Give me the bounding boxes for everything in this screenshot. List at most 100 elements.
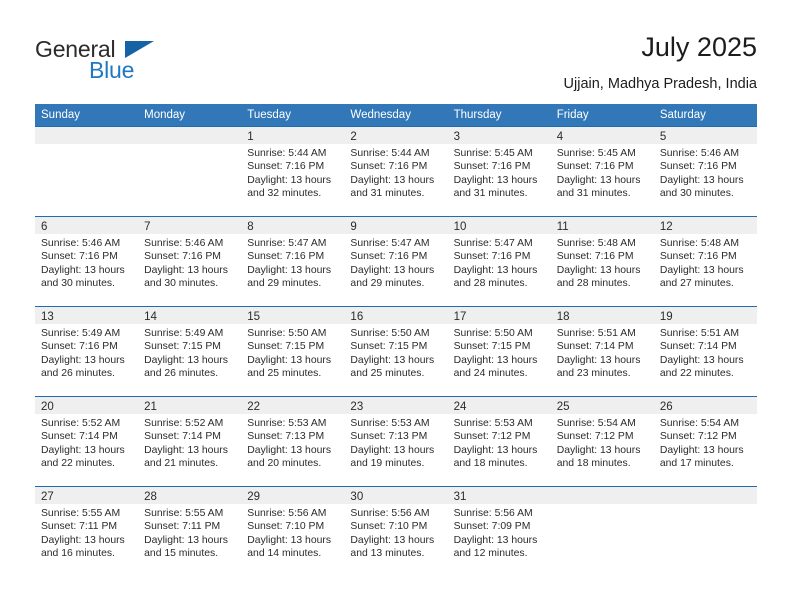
- calendar-day-cell[interactable]: 28 Sunrise: 5:55 AM Sunset: 7:11 PM Dayl…: [138, 487, 242, 576]
- calendar-day-cell[interactable]: 11 Sunrise: 5:48 AM Sunset: 7:16 PM Dayl…: [550, 217, 654, 306]
- sunrise-text: Sunrise: 5:55 AM: [41, 508, 121, 519]
- calendar-day-cell[interactable]: 20 Sunrise: 5:52 AM Sunset: 7:14 PM Dayl…: [35, 397, 139, 486]
- sunrise-text: Sunrise: 5:54 AM: [659, 418, 739, 429]
- daylight-text-line2: and 18 minutes.: [556, 457, 631, 469]
- sunrise-text: Sunrise: 5:53 AM: [350, 418, 430, 429]
- day-number: 15: [247, 311, 261, 323]
- calendar-day-cell[interactable]: [35, 127, 139, 216]
- calendar-day-cell[interactable]: 23 Sunrise: 5:53 AM Sunset: 7:13 PM Dayl…: [344, 397, 448, 486]
- calendar-day-cell[interactable]: 2 Sunrise: 5:44 AM Sunset: 7:16 PM Dayli…: [344, 127, 448, 216]
- day-details: Sunrise: 5:52 AM Sunset: 7:14 PM Dayligh…: [35, 414, 138, 470]
- day-details: Sunrise: 5:55 AM Sunset: 7:11 PM Dayligh…: [138, 504, 241, 560]
- calendar-day-cell[interactable]: 22 Sunrise: 5:53 AM Sunset: 7:13 PM Dayl…: [241, 397, 345, 486]
- day-details: Sunrise: 5:45 AM Sunset: 7:16 PM Dayligh…: [551, 144, 654, 200]
- calendar-day-cell[interactable]: 24 Sunrise: 5:53 AM Sunset: 7:12 PM Dayl…: [447, 397, 551, 486]
- calendar-day-cell[interactable]: 8 Sunrise: 5:47 AM Sunset: 7:16 PM Dayli…: [241, 217, 345, 306]
- generalblue-logo[interactable]: General Blue: [35, 36, 235, 84]
- calendar-day-cell[interactable]: 13 Sunrise: 5:49 AM Sunset: 7:16 PM Dayl…: [35, 307, 139, 396]
- sunset-text: Sunset: 7:12 PM: [556, 431, 634, 443]
- daylight-text-line1: Daylight: 13 hours: [144, 354, 228, 366]
- day-number-band: 21: [138, 397, 242, 414]
- calendar-day-cell[interactable]: 30 Sunrise: 5:56 AM Sunset: 7:10 PM Dayl…: [344, 487, 448, 576]
- calendar-day-cell[interactable]: 6 Sunrise: 5:46 AM Sunset: 7:16 PM Dayli…: [35, 217, 139, 306]
- day-details: Sunrise: 5:55 AM Sunset: 7:11 PM Dayligh…: [35, 504, 138, 560]
- calendar-day-cell[interactable]: 10 Sunrise: 5:47 AM Sunset: 7:16 PM Dayl…: [447, 217, 551, 306]
- calendar-day-cell[interactable]: 26 Sunrise: 5:54 AM Sunset: 7:12 PM Dayl…: [653, 397, 757, 486]
- sunrise-text: Sunrise: 5:47 AM: [453, 238, 533, 249]
- calendar-day-cell[interactable]: 5 Sunrise: 5:46 AM Sunset: 7:16 PM Dayli…: [653, 127, 757, 216]
- daylight-text-line1: Daylight: 13 hours: [556, 264, 641, 276]
- daylight-text-line1: Daylight: 13 hours: [247, 444, 332, 456]
- weekday-sunday: Sunday: [41, 109, 81, 121]
- sunrise-text: Sunrise: 5:44 AM: [350, 148, 430, 159]
- calendar-day-cell[interactable]: 25 Sunrise: 5:54 AM Sunset: 7:12 PM Dayl…: [550, 397, 654, 486]
- day-number: 28: [144, 491, 157, 503]
- calendar-day-cell[interactable]: 21 Sunrise: 5:52 AM Sunset: 7:14 PM Dayl…: [138, 397, 242, 486]
- calendar-day-cell[interactable]: 14 Sunrise: 5:49 AM Sunset: 7:15 PM Dayl…: [138, 307, 242, 396]
- calendar-day-cell[interactable]: [138, 127, 242, 216]
- sunrise-text: Sunrise: 5:45 AM: [556, 148, 636, 159]
- day-details: Sunrise: 5:46 AM Sunset: 7:16 PM Dayligh…: [138, 234, 241, 290]
- sunrise-text: Sunrise: 5:46 AM: [144, 238, 224, 249]
- day-number-band: [653, 487, 757, 504]
- day-number-band: 22: [241, 397, 345, 414]
- calendar-day-cell[interactable]: 29 Sunrise: 5:56 AM Sunset: 7:10 PM Dayl…: [241, 487, 345, 576]
- calendar-day-cell[interactable]: 27 Sunrise: 5:55 AM Sunset: 7:11 PM Dayl…: [35, 487, 139, 576]
- day-details: Sunrise: 5:47 AM Sunset: 7:16 PM Dayligh…: [344, 234, 447, 290]
- day-number-band: 6: [35, 217, 139, 234]
- calendar-day-cell[interactable]: [653, 487, 757, 576]
- daylight-text-line2: and 17 minutes.: [659, 457, 734, 469]
- calendar-day-cell[interactable]: [550, 487, 654, 576]
- daylight-text-line1: Daylight: 13 hours: [659, 354, 744, 366]
- day-number: 20: [41, 401, 54, 413]
- calendar-day-cell[interactable]: 15 Sunrise: 5:50 AM Sunset: 7:15 PM Dayl…: [241, 307, 345, 396]
- daylight-text-line1: Daylight: 13 hours: [659, 264, 744, 276]
- sunset-text: Sunset: 7:14 PM: [659, 341, 737, 353]
- calendar-day-cell[interactable]: 18 Sunrise: 5:51 AM Sunset: 7:14 PM Dayl…: [550, 307, 654, 396]
- day-number-band: 26: [653, 397, 757, 414]
- day-number-band: 17: [447, 307, 551, 324]
- weekday-tuesday: Tuesday: [247, 109, 291, 121]
- day-number-band: 5: [653, 127, 757, 144]
- sunset-text: Sunset: 7:15 PM: [247, 341, 325, 353]
- day-details: Sunrise: 5:56 AM Sunset: 7:09 PM Dayligh…: [448, 504, 551, 560]
- calendar-day-cell[interactable]: 16 Sunrise: 5:50 AM Sunset: 7:15 PM Dayl…: [344, 307, 448, 396]
- calendar-day-cell[interactable]: 3 Sunrise: 5:45 AM Sunset: 7:16 PM Dayli…: [447, 127, 551, 216]
- day-number: 31: [453, 491, 467, 503]
- daylight-text-line2: and 28 minutes.: [453, 277, 528, 289]
- sunrise-text: Sunrise: 5:50 AM: [453, 328, 533, 339]
- calendar-day-cell[interactable]: 17 Sunrise: 5:50 AM Sunset: 7:15 PM Dayl…: [447, 307, 551, 396]
- sunset-text: Sunset: 7:16 PM: [659, 161, 737, 173]
- calendar-day-cell[interactable]: 19 Sunrise: 5:51 AM Sunset: 7:14 PM Dayl…: [653, 307, 757, 396]
- day-number: 13: [41, 311, 54, 323]
- weekday-wednesday: Wednesday: [350, 109, 411, 121]
- sunset-text: Sunset: 7:12 PM: [453, 431, 531, 443]
- day-number: 9: [350, 221, 357, 233]
- calendar-day-cell[interactable]: 9 Sunrise: 5:47 AM Sunset: 7:16 PM Dayli…: [344, 217, 448, 306]
- weekday-monday: Monday: [144, 109, 186, 121]
- day-number-band: 8: [241, 217, 345, 234]
- weekday-thursday: Thursday: [453, 109, 502, 121]
- daylight-text-line1: Daylight: 13 hours: [350, 534, 435, 546]
- sunset-text: Sunset: 7:16 PM: [556, 251, 634, 263]
- sunset-text: Sunset: 7:11 PM: [41, 521, 118, 533]
- calendar-day-cell[interactable]: 12 Sunrise: 5:48 AM Sunset: 7:16 PM Dayl…: [653, 217, 757, 306]
- day-number-band: 30: [344, 487, 448, 504]
- sunrise-text: Sunrise: 5:55 AM: [144, 508, 224, 519]
- sunrise-text: Sunrise: 5:52 AM: [144, 418, 224, 429]
- sunrise-text: Sunrise: 5:50 AM: [247, 328, 327, 339]
- sunset-text: Sunset: 7:14 PM: [144, 431, 221, 443]
- day-details: Sunrise: 5:44 AM Sunset: 7:16 PM Dayligh…: [344, 144, 447, 200]
- day-number: 27: [41, 491, 54, 503]
- calendar-day-cell[interactable]: 4 Sunrise: 5:45 AM Sunset: 7:16 PM Dayli…: [550, 127, 654, 216]
- sunrise-text: Sunrise: 5:53 AM: [453, 418, 533, 429]
- calendar-day-cell[interactable]: 31 Sunrise: 5:56 AM Sunset: 7:09 PM Dayl…: [447, 487, 551, 576]
- calendar-day-cell[interactable]: 1 Sunrise: 5:44 AM Sunset: 7:16 PM Dayli…: [241, 127, 345, 216]
- calendar-day-cell[interactable]: 7 Sunrise: 5:46 AM Sunset: 7:16 PM Dayli…: [138, 217, 242, 306]
- sunset-text: Sunset: 7:15 PM: [144, 341, 221, 353]
- sunrise-text: Sunrise: 5:49 AM: [144, 328, 224, 339]
- sunrise-text: Sunrise: 5:46 AM: [41, 238, 121, 249]
- daylight-text-line2: and 31 minutes.: [350, 187, 425, 199]
- daylight-text-line2: and 25 minutes.: [247, 367, 322, 379]
- daylight-text-line1: Daylight: 13 hours: [247, 354, 332, 366]
